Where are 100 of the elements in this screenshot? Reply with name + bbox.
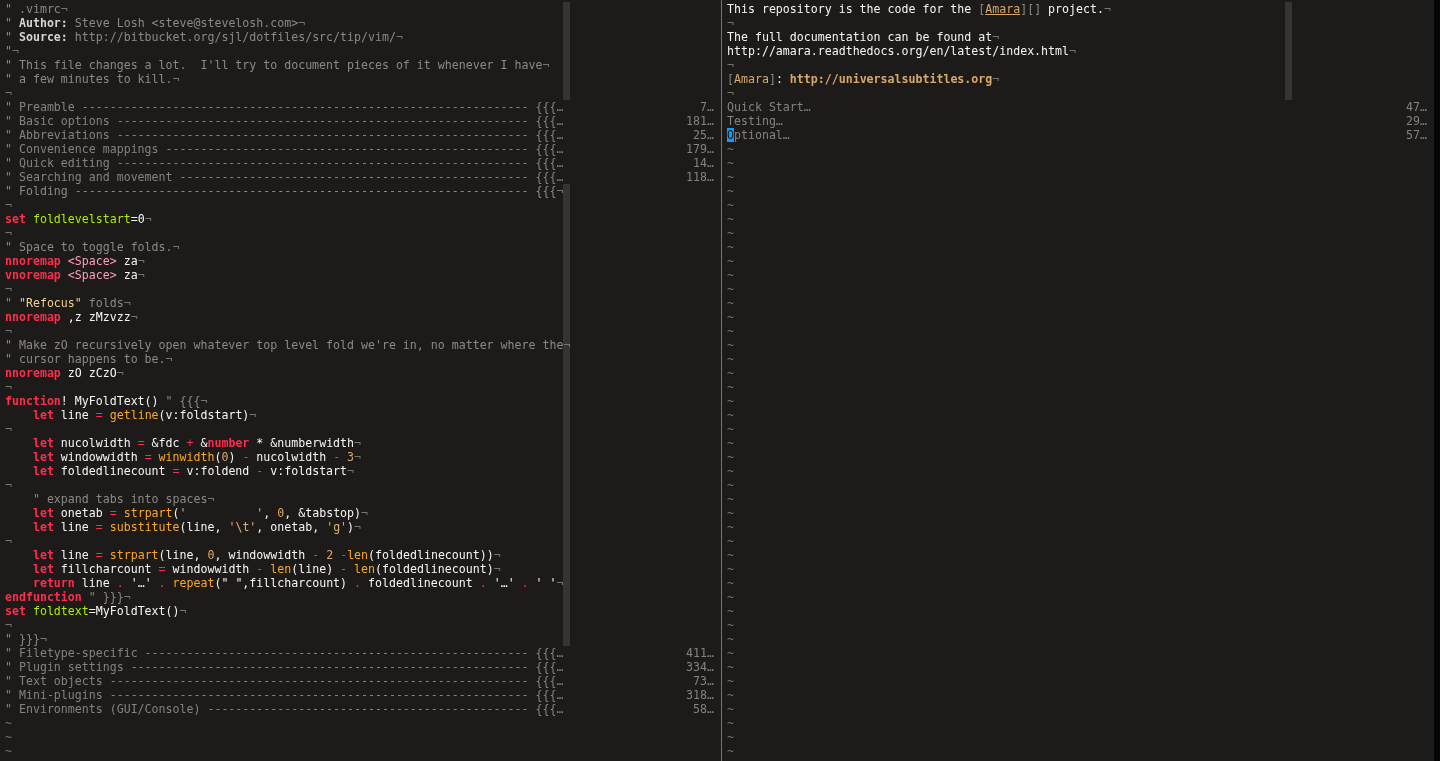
empty-line-marker: ~ — [727, 184, 734, 198]
code-line: " Folding ----------------------------------------------------------------- {{{¬ — [5, 184, 564, 198]
fold-line-count: 25… — [693, 128, 714, 142]
folded-line[interactable]: " Quick editing ----------------------------------------------------------- {{{… — [5, 156, 564, 170]
fold-line-count: 73… — [693, 674, 714, 688]
fold-line-count: 47… — [1406, 100, 1427, 114]
empty-line-marker: ~ — [727, 436, 734, 450]
empty-line-marker: ~ — [727, 282, 734, 296]
empty-line-marker: ~ — [727, 688, 734, 702]
code-line: ¬ — [5, 86, 12, 100]
folded-line[interactable]: " Plugin settings --------------------------------------------------------- {{{… — [5, 660, 564, 674]
empty-line-marker: ~ — [727, 366, 734, 380]
empty-line-marker: ~ — [5, 744, 12, 758]
code-line: " This file changes a lot. I'll try to document pieces of it whenever I have¬ — [5, 58, 550, 72]
folded-line[interactable]: " Filetype-specific ------------------------------------------------------- {{{… — [5, 646, 564, 660]
code-line: function! MyFoldText() " {{{¬ — [5, 394, 208, 408]
empty-line-marker: ~ — [727, 338, 734, 352]
code-line: set foldtext=MyFoldText()¬ — [5, 604, 187, 618]
code-line: " Source: http://bitbucket.org/sjl/dotfiles/src/tip/vim/¬ — [5, 30, 403, 44]
code-line: endfunction " }}}¬ — [5, 590, 131, 604]
fold-line-count: 179… — [686, 142, 714, 156]
code-line: " Author: Steve Losh <steve@stevelosh.com>¬ — [5, 16, 306, 30]
folded-line[interactable]: " Abbreviations ----------------------------------------------------------- {{{… — [5, 128, 564, 142]
empty-line-marker: ~ — [727, 548, 734, 562]
folded-line[interactable]: " Basic options ----------------------------------------------------------- {{{… — [5, 114, 564, 128]
empty-line-marker: ~ — [727, 170, 734, 184]
code-line: ¬ — [5, 324, 12, 338]
empty-line-marker: ~ — [727, 408, 734, 422]
fold-line-count: 14… — [693, 156, 714, 170]
code-line: This repository is the code for the [Amara][] project.¬ — [727, 2, 1111, 16]
empty-line-marker: ~ — [727, 450, 734, 464]
code-line: http://amara.readthedocs.org/en/latest/index.html¬ — [727, 44, 1076, 58]
code-line: " .vimrc¬ — [5, 2, 68, 16]
fold-line-count: 7… — [700, 100, 714, 114]
empty-line-marker: ~ — [727, 352, 734, 366]
code-line: ¬ — [5, 226, 12, 240]
empty-line-marker: ~ — [727, 394, 734, 408]
code-line: let foldedlinecount = v:foldend - v:foldstart¬ — [31, 464, 355, 478]
fold-line-count: 181… — [686, 114, 714, 128]
empty-line-marker: ~ — [727, 646, 734, 660]
empty-line-marker: ~ — [727, 296, 734, 310]
code-line: ¬ — [5, 282, 12, 296]
code-line: let nucolwidth = &fdc + &number * &numberwidth¬ — [31, 436, 362, 450]
code-line: " }}}¬ — [5, 632, 47, 646]
code-line: let onetab = strpart(' ', 0, &tabstop)¬ — [31, 506, 369, 520]
folded-line[interactable]: " Searching and movement -------------------------------------------------- {{{… — [5, 170, 564, 184]
code-line: " Make zO recursively open whatever top level fold we're in, no matter where the¬ — [5, 338, 571, 352]
code-line: ¬ — [727, 58, 734, 72]
empty-line-marker: ~ — [727, 590, 734, 604]
code-line: ¬ — [727, 86, 734, 100]
code-line: ¬ — [5, 478, 12, 492]
code-line: nnoremap ,z zMzvzz¬ — [5, 310, 138, 324]
fold-line-count: 29… — [1406, 114, 1427, 128]
empty-line-marker: ~ — [727, 534, 734, 548]
fold-line-count: 334… — [686, 660, 714, 674]
code-line: ¬ — [727, 16, 734, 30]
empty-line-marker: ~ — [727, 562, 734, 576]
empty-line-marker: ~ — [727, 240, 734, 254]
folded-line[interactable]: " Convenience mappings ---------------------------------------------------- {{{… — [5, 142, 564, 156]
empty-line-marker: ~ — [5, 730, 12, 744]
folded-line[interactable]: " Text objects ------------------------------------------------------------ {{{… — [5, 674, 564, 688]
code-line: " Space to toggle folds.¬ — [5, 240, 180, 254]
empty-line-marker: ~ — [727, 576, 734, 590]
code-line: let windowwidth = winwidth(0) - nucolwidth - 3¬ — [31, 450, 362, 464]
code-line: " cursor happens to be.¬ — [5, 352, 173, 366]
empty-line-marker: ~ — [727, 226, 734, 240]
code-line: The full documentation can be found at¬ — [727, 30, 1000, 44]
code-line: " "Refocus" folds¬ — [5, 296, 131, 310]
empty-line-marker: ~ — [727, 156, 734, 170]
code-line: " a few minutes to kill.¬ — [5, 72, 180, 86]
empty-line-marker: ~ — [727, 254, 734, 268]
code-line: let line = strpart(line, 0, windowwidth - 2 -len(foldedlinecount))¬ — [31, 548, 501, 562]
empty-line-marker: ~ — [727, 520, 734, 534]
code-line: let fillcharcount = windowwidth - len(line) - len(foldedlinecount)¬ — [31, 562, 501, 576]
code-line: ¬ — [5, 380, 12, 394]
folded-line[interactable]: " Preamble ---------------------------------------------------------------- {{{… — [5, 100, 564, 114]
fold-line-count: 411… — [686, 646, 714, 660]
empty-line-marker: ~ — [727, 212, 734, 226]
empty-line-marker: ~ — [727, 506, 734, 520]
code-line: ¬ — [5, 422, 12, 436]
empty-line-marker: ~ — [727, 716, 734, 730]
empty-line-marker: ~ — [727, 618, 734, 632]
empty-line-marker: ~ — [727, 310, 734, 324]
code-line: [Amara]: http://universalsubtitles.org¬ — [727, 72, 1000, 86]
folded-line[interactable]: " Environments (GUI/Console) ---------------------------------------------- {{{… — [5, 702, 564, 716]
empty-line-marker: ~ — [727, 702, 734, 716]
empty-line-marker: ~ — [727, 142, 734, 156]
folded-line[interactable]: Quick Start… — [727, 100, 811, 114]
code-line: set foldlevelstart=0¬ — [5, 212, 152, 226]
empty-line-marker: ~ — [727, 674, 734, 688]
folded-line[interactable]: Testing… — [727, 114, 783, 128]
empty-line-marker: ~ — [727, 198, 734, 212]
empty-line-marker: ~ — [727, 730, 734, 744]
fold-line-count: 118… — [686, 170, 714, 184]
empty-line-marker: ~ — [727, 632, 734, 646]
code-line: nnoremap <Space> za¬ — [5, 254, 145, 268]
empty-line-marker: ~ — [5, 716, 12, 730]
code-line: ¬ — [5, 198, 12, 212]
code-line: nnoremap zO zCzO¬ — [5, 366, 124, 380]
folded-line[interactable]: " Mini-plugins ------------------------------------------------------------ {{{… — [5, 688, 564, 702]
